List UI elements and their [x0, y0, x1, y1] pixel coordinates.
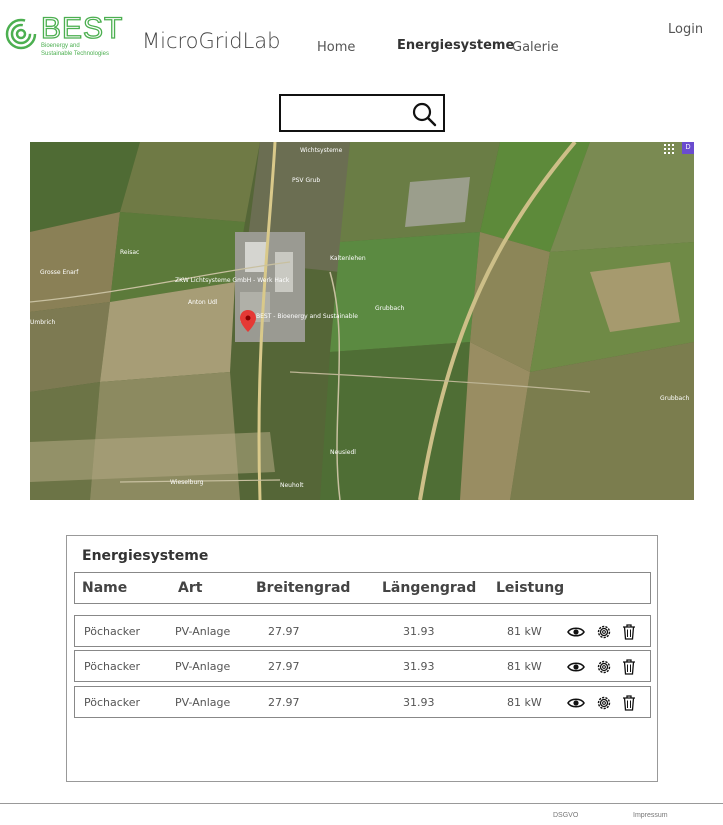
gear-icon[interactable] [595, 658, 613, 676]
footer-dsgvo-link[interactable]: DSGVO [553, 812, 578, 819]
energy-systems-panel: Energiesysteme Name Art Breitengrad Läng… [66, 535, 658, 782]
map-label-6: Anton Udl [188, 299, 218, 306]
cell-power: 81 kW [507, 660, 542, 673]
logo-wordmark: BEST [40, 12, 124, 45]
map-label-5: ZKW Lichtsysteme GmbH - Werk Hack [175, 277, 290, 284]
map-label-14: Neuholt [280, 482, 304, 489]
map-image: Wichtsysteme PSV Grub Grosse Enarf Reisa… [30, 142, 694, 500]
header-name: Name [82, 580, 128, 596]
footer-impressum-link[interactable]: Impressum [633, 812, 668, 819]
table-row: Pöchacker PV-Anlage 27.97 31.93 81 kW [74, 650, 651, 682]
gear-icon[interactable] [595, 694, 613, 712]
cell-power: 81 kW [507, 625, 542, 638]
cell-type: PV-Anlage [175, 625, 231, 638]
search-icon[interactable] [411, 101, 437, 127]
logo-rings-icon [5, 18, 37, 50]
cell-lat: 27.97 [268, 660, 300, 673]
eye-icon[interactable] [567, 658, 585, 676]
map-label-1: Wichtsysteme [300, 147, 343, 154]
cell-lon: 31.93 [403, 660, 435, 673]
map-label-7: BEST - Bioenergy and Sustainable [256, 313, 358, 320]
search-input[interactable] [287, 98, 407, 128]
grid-icon[interactable] [664, 144, 674, 154]
cell-lon: 31.93 [403, 625, 435, 638]
cell-type: PV-Anlage [175, 696, 231, 709]
trash-icon[interactable] [620, 694, 638, 712]
map-label-10: Grubbach [660, 395, 690, 402]
gear-icon[interactable] [595, 623, 613, 641]
logo[interactable]: BEST Bioenergy and Sustainable Technolog… [5, 12, 124, 58]
trash-icon[interactable] [620, 623, 638, 641]
map-label-2: PSV Grub [292, 177, 320, 184]
nav-galerie[interactable]: Galerie [512, 40, 559, 55]
search-bar [279, 94, 445, 132]
cell-name: Pöchacker [84, 660, 141, 673]
map-badge[interactable]: D [682, 142, 694, 154]
header-power: Leistung [496, 580, 565, 596]
login-link[interactable]: Login [668, 22, 703, 37]
nav-energiesysteme[interactable]: Energiesysteme [397, 38, 514, 53]
header-lat: Breitengrad [256, 580, 351, 596]
eye-icon[interactable] [567, 694, 585, 712]
map-label-13: Umbrich [30, 319, 55, 326]
panel-title: Energiesysteme [82, 548, 209, 564]
header-type: Art [178, 580, 203, 596]
trash-icon[interactable] [620, 658, 638, 676]
cell-lat: 27.97 [268, 625, 300, 638]
map-label-3: Grosse Enarf [40, 269, 79, 276]
eye-icon[interactable] [567, 623, 585, 641]
cell-name: Pöchacker [84, 696, 141, 709]
map-label-8: Kaltenlehen [330, 255, 366, 262]
logo-subtitle-2: Sustainable Technologies [41, 51, 109, 57]
map-label-12: Wieselburg [170, 479, 204, 486]
table-row: Pöchacker PV-Anlage 27.97 31.93 81 kW [74, 686, 651, 718]
cell-power: 81 kW [507, 696, 542, 709]
map-label-11: Neusiedl [330, 449, 356, 456]
site-title: MicroGridLab [142, 29, 281, 53]
nav-home[interactable]: Home [317, 40, 355, 55]
cell-type: PV-Anlage [175, 660, 231, 673]
satellite-map[interactable]: Wichtsysteme PSV Grub Grosse Enarf Reisa… [30, 142, 694, 500]
cell-lat: 27.97 [268, 696, 300, 709]
cell-name: Pöchacker [84, 625, 141, 638]
table-row: Pöchacker PV-Anlage 27.97 31.93 81 kW [74, 615, 651, 647]
table-header: Name Art Breitengrad Längengrad Leistung [74, 572, 651, 604]
footer-divider [0, 803, 723, 804]
map-label-4: Reisac [120, 249, 139, 256]
header-lon: Längengrad [382, 580, 477, 596]
cell-lon: 31.93 [403, 696, 435, 709]
map-label-9: Grubbach [375, 305, 405, 312]
